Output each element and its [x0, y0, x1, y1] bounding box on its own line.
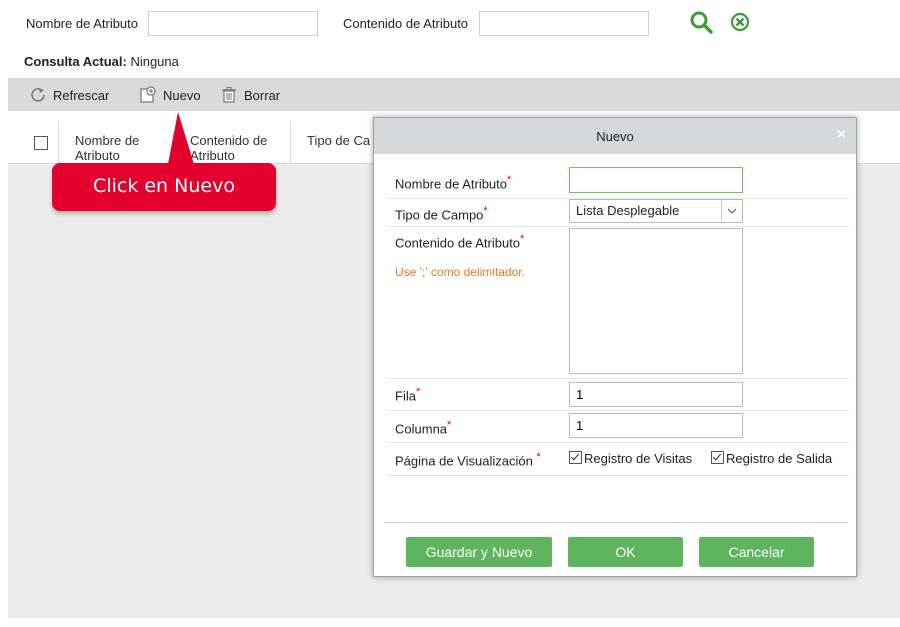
- row-field-label: Fila*: [395, 386, 420, 403]
- callout-text: Click en Nuevo: [93, 175, 235, 197]
- column-header-line: Atributo: [75, 148, 120, 163]
- attribute-content-label: Contenido de Atributo*: [395, 233, 524, 250]
- display-page-label: Página de Visualización *: [395, 451, 541, 468]
- required-mark: *: [507, 174, 512, 186]
- dialog-header: Nuevo ×: [374, 118, 856, 154]
- new-button[interactable]: Nuevo: [139, 86, 201, 104]
- new-attribute-dialog: Nuevo × Nombre de Atributo* Tipo de Camp…: [373, 117, 857, 577]
- close-icon[interactable]: ×: [837, 126, 846, 144]
- field-type-value: Lista Desplegable: [576, 203, 680, 218]
- column-header-field-type[interactable]: Tipo de Ca: [307, 133, 370, 148]
- column-input[interactable]: [569, 413, 743, 438]
- row-label-text: Fila: [395, 388, 416, 404]
- refresh-label: Refrescar: [53, 87, 110, 103]
- ok-button[interactable]: OK: [568, 537, 683, 567]
- attribute-name-input[interactable]: [569, 167, 743, 193]
- current-query-label: Consulta Actual:: [24, 54, 127, 69]
- column-header-line: Tipo de Ca: [307, 133, 371, 148]
- attribute-name-filter-input[interactable]: [148, 11, 318, 36]
- required-mark: *: [483, 205, 488, 217]
- required-mark: *: [447, 419, 452, 431]
- attribute-name-label: Nombre de Atributo*: [395, 174, 511, 191]
- callout-annotation: Click en Nuevo: [52, 163, 276, 211]
- attribute-content-textarea[interactable]: [569, 228, 743, 374]
- display-page-label-text: Página de Visualización: [395, 453, 533, 469]
- refresh-icon: [31, 88, 45, 102]
- row-divider: [387, 378, 849, 379]
- cancel-button[interactable]: Cancelar: [699, 537, 814, 567]
- filter-bar: Nombre de Atributo Contenido de Atributo: [0, 0, 900, 46]
- required-mark: *: [520, 233, 525, 245]
- current-query: Consulta Actual: Ninguna: [24, 54, 179, 69]
- column-divider: [173, 121, 174, 163]
- new-icon: [140, 86, 156, 103]
- required-mark: *: [415, 386, 421, 398]
- column-divider: [290, 121, 291, 163]
- new-label: Nuevo: [163, 87, 201, 103]
- column-header-line: Contenido de: [190, 133, 268, 148]
- delete-button[interactable]: Borrar: [220, 86, 280, 104]
- column-header-attribute-name[interactable]: Nombre de Atributo: [75, 133, 139, 163]
- refresh-button[interactable]: Refrescar: [29, 86, 109, 104]
- attribute-content-label-text: Contenido de Atributo: [395, 235, 521, 251]
- chevron-down-icon[interactable]: [721, 200, 742, 222]
- display-option-visits[interactable]: Registro de Visitas: [569, 451, 692, 466]
- clear-icon[interactable]: [728, 10, 754, 36]
- dialog-title: Nuevo: [596, 129, 634, 144]
- field-type-select[interactable]: Lista Desplegable: [569, 199, 743, 223]
- current-query-value: Ninguna: [130, 54, 179, 69]
- attribute-content-filter-label: Contenido de Atributo: [343, 16, 469, 31]
- field-type-label-text: Tipo de Campo: [395, 207, 484, 223]
- column-label-text: Columna: [395, 421, 448, 437]
- required-mark: *: [536, 451, 541, 463]
- row-divider: [387, 475, 849, 476]
- attribute-name-filter-label: Nombre de Atributo: [26, 16, 139, 31]
- dialog-footer-divider: [384, 522, 848, 523]
- field-type-label: Tipo de Campo*: [395, 205, 488, 222]
- column-header-line: Atributo: [190, 148, 235, 163]
- toolbar: Refrescar Nuevo Borrar: [8, 78, 900, 111]
- visits-option-label: Registro de Visitas: [584, 451, 693, 466]
- trash-icon: [222, 87, 236, 103]
- column-field-label: Columna*: [395, 419, 451, 436]
- exit-checkbox[interactable]: [711, 451, 724, 464]
- column-header-line: Nombre de: [75, 133, 140, 148]
- row-input[interactable]: [569, 382, 743, 407]
- delete-label: Borrar: [244, 87, 281, 103]
- attribute-content-filter-input[interactable]: [479, 11, 649, 36]
- search-icon[interactable]: [689, 10, 715, 36]
- visits-checkbox[interactable]: [569, 451, 582, 464]
- row-divider: [387, 226, 849, 227]
- column-divider: [58, 121, 59, 163]
- select-all-checkbox[interactable]: [34, 136, 48, 150]
- column-header-attribute-content[interactable]: Contenido de Atributo: [190, 133, 267, 163]
- exit-option-label: Registro de Salida: [726, 451, 833, 466]
- save-and-new-button[interactable]: Guardar y Nuevo: [406, 537, 552, 567]
- delimiter-hint: Use ';' como delimitador.: [395, 265, 525, 279]
- row-divider: [387, 410, 849, 411]
- attribute-name-label-text: Nombre de Atributo: [395, 176, 508, 192]
- row-divider: [387, 442, 849, 443]
- display-option-exit[interactable]: Registro de Salida: [711, 451, 832, 466]
